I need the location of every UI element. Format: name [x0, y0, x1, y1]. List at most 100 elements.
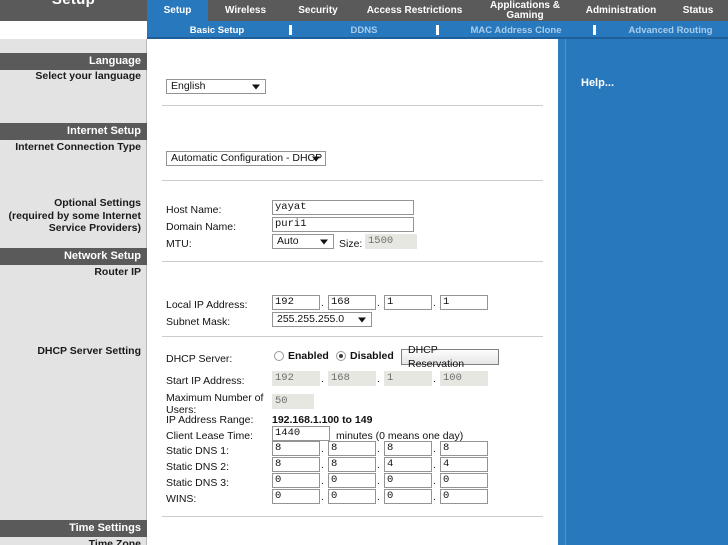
tab-wireless[interactable]: Wireless — [208, 0, 283, 21]
max-users-input[interactable]: 50 — [272, 394, 314, 409]
wins-octet-1[interactable]: 0 — [272, 489, 320, 504]
section-header-network-setup: Network Setup — [0, 248, 147, 265]
wins-octet-2[interactable]: 0 — [328, 489, 376, 504]
radio-circle-icon — [274, 351, 284, 361]
chevron-down-icon — [252, 84, 260, 89]
octet-separator-dot: . — [377, 444, 380, 455]
mtu-size-input[interactable]: 1500 — [365, 234, 417, 249]
page-title: Setup — [0, 0, 147, 8]
language-select-value: English — [171, 80, 206, 92]
static-dns2-octet-4[interactable]: 4 — [440, 457, 488, 472]
static-dns3-label: Static DNS 3: — [166, 477, 230, 489]
subtab-ddns[interactable]: DDNS — [294, 25, 434, 36]
mtu-label: MTU: — [166, 238, 192, 250]
local-ip-octet-4[interactable]: 1 — [440, 295, 488, 310]
octet-separator-dot: . — [433, 298, 436, 309]
domain-name-input[interactable]: puri1 — [272, 217, 414, 232]
local-ip-octet-1[interactable]: 192 — [272, 295, 320, 310]
section-label-column: Language Select your language Internet Set… — [0, 39, 147, 545]
static-dns1-octet-4[interactable]: 8 — [440, 441, 488, 456]
help-link[interactable]: Help... — [581, 77, 614, 89]
dhcp-disabled-radio[interactable]: Disabled — [336, 350, 394, 362]
tab-access-restrictions[interactable]: Access Restrictions — [353, 0, 476, 21]
local-ip-label: Local IP Address: — [166, 299, 248, 311]
section-sublabel-dhcp-server-setting: DHCP Server Setting — [37, 345, 141, 357]
subtab-mac-address-clone[interactable]: MAC Address Clone — [441, 25, 591, 36]
divider-language — [162, 105, 543, 106]
octet-separator-dot: . — [321, 492, 324, 503]
start-ip-octet-4[interactable]: 100 — [440, 371, 488, 386]
language-select[interactable]: English — [166, 79, 266, 94]
start-ip-octet-3[interactable]: 1 — [384, 371, 432, 386]
section-sublabel-internet-connection-type: Internet Connection Type — [15, 141, 141, 153]
section-header-internet-setup: Internet Setup — [0, 123, 147, 140]
primary-tabs: Setup Wireless Security Access Restrictions… — [147, 0, 728, 21]
octet-separator-dot: . — [433, 444, 436, 455]
router-admin-page: Setup Setup Wireless Security Access Restri… — [0, 0, 728, 545]
tab-security[interactable]: Security — [283, 0, 353, 21]
subtab-basic-setup[interactable]: Basic Setup — [147, 25, 287, 36]
section-sublabel-select-your-language: Select your language — [35, 70, 141, 82]
start-ip-octet-2[interactable]: 168 — [328, 371, 376, 386]
chevron-down-icon — [320, 239, 328, 244]
static-dns1-octet-3[interactable]: 8 — [384, 441, 432, 456]
tab-label: Administration — [585, 4, 657, 16]
tab-status[interactable]: Status — [668, 0, 728, 21]
lease-time-input[interactable]: 1440 — [272, 426, 330, 441]
octet-separator-dot: . — [433, 476, 436, 487]
dhcp-reservation-button[interactable]: DHCP Reservation — [401, 344, 499, 370]
divider-optional — [162, 261, 543, 262]
tab-label: Status — [682, 4, 714, 16]
static-dns2-octet-2[interactable]: 8 — [328, 457, 376, 472]
static-dns1-octet-2[interactable]: 8 — [328, 441, 376, 456]
internet-connection-type-select[interactable]: Automatic Configuration - DHCP — [166, 151, 326, 166]
tab-setup[interactable]: Setup — [147, 0, 208, 21]
wins-octet-3[interactable]: 0 — [384, 489, 432, 504]
host-name-label: Host Name: — [166, 204, 222, 216]
local-ip-octet-3[interactable]: 1 — [384, 295, 432, 310]
static-dns2-octet-1[interactable]: 8 — [272, 457, 320, 472]
octet-separator-dot: . — [433, 460, 436, 471]
dhcp-enabled-radio[interactable]: Enabled — [274, 350, 329, 362]
subnet-mask-select[interactable]: 255.255.255.0 — [272, 312, 372, 327]
page-body: Language Select your language Internet Set… — [0, 39, 728, 545]
mtu-select[interactable]: Auto — [272, 234, 334, 249]
subnet-mask-label: Subnet Mask: — [166, 316, 231, 328]
section-header-language: Language — [0, 53, 147, 70]
octet-separator-dot: . — [321, 374, 324, 385]
static-dns2-label: Static DNS 2: — [166, 461, 230, 473]
static-dns1-label: Static DNS 1: — [166, 445, 230, 457]
tab-label: Wireless — [224, 4, 267, 16]
tab-label: Setup — [163, 4, 192, 16]
internet-connection-type-value: Automatic Configuration - DHCP — [171, 152, 323, 164]
static-dns2-octet-3[interactable]: 4 — [384, 457, 432, 472]
octet-separator-dot: . — [433, 492, 436, 503]
static-dns3-octet-2[interactable]: 0 — [328, 473, 376, 488]
subtab-advanced-routing[interactable]: Advanced Routing — [598, 25, 728, 36]
static-dns3-octet-4[interactable]: 0 — [440, 473, 488, 488]
settings-content-panel: English Automatic Configuration - DHCP H… — [148, 39, 544, 545]
subnet-mask-value: 255.255.255.0 — [277, 313, 345, 325]
tab-label: Applications & Gaming — [489, 0, 560, 21]
octet-separator-dot: . — [321, 460, 324, 471]
octet-separator-dot: . — [321, 476, 324, 487]
wins-octet-4[interactable]: 0 — [440, 489, 488, 504]
tab-administration[interactable]: Administration — [574, 0, 668, 21]
static-dns3-octet-3[interactable]: 0 — [384, 473, 432, 488]
divider-internet — [162, 180, 543, 181]
subtab-separator — [436, 25, 439, 35]
dhcp-server-label: DHCP Server: — [166, 353, 233, 365]
radio-circle-icon — [336, 351, 346, 361]
section-sublabel-router-ip: Router IP — [94, 266, 141, 278]
static-dns1-octet-1[interactable]: 8 — [272, 441, 320, 456]
subtab-separator — [593, 25, 596, 35]
host-name-input[interactable]: yayat — [272, 200, 414, 215]
static-dns3-octet-1[interactable]: 0 — [272, 473, 320, 488]
tab-applications-gaming[interactable]: Applications & Gaming — [476, 0, 574, 21]
wins-label: WINS: — [166, 493, 197, 505]
start-ip-octet-1[interactable]: 192 — [272, 371, 320, 386]
divider-routerip — [162, 336, 543, 337]
tab-label: Access Restrictions — [366, 4, 463, 16]
local-ip-octet-2[interactable]: 168 — [328, 295, 376, 310]
mtu-size-label: Size: — [339, 238, 363, 250]
